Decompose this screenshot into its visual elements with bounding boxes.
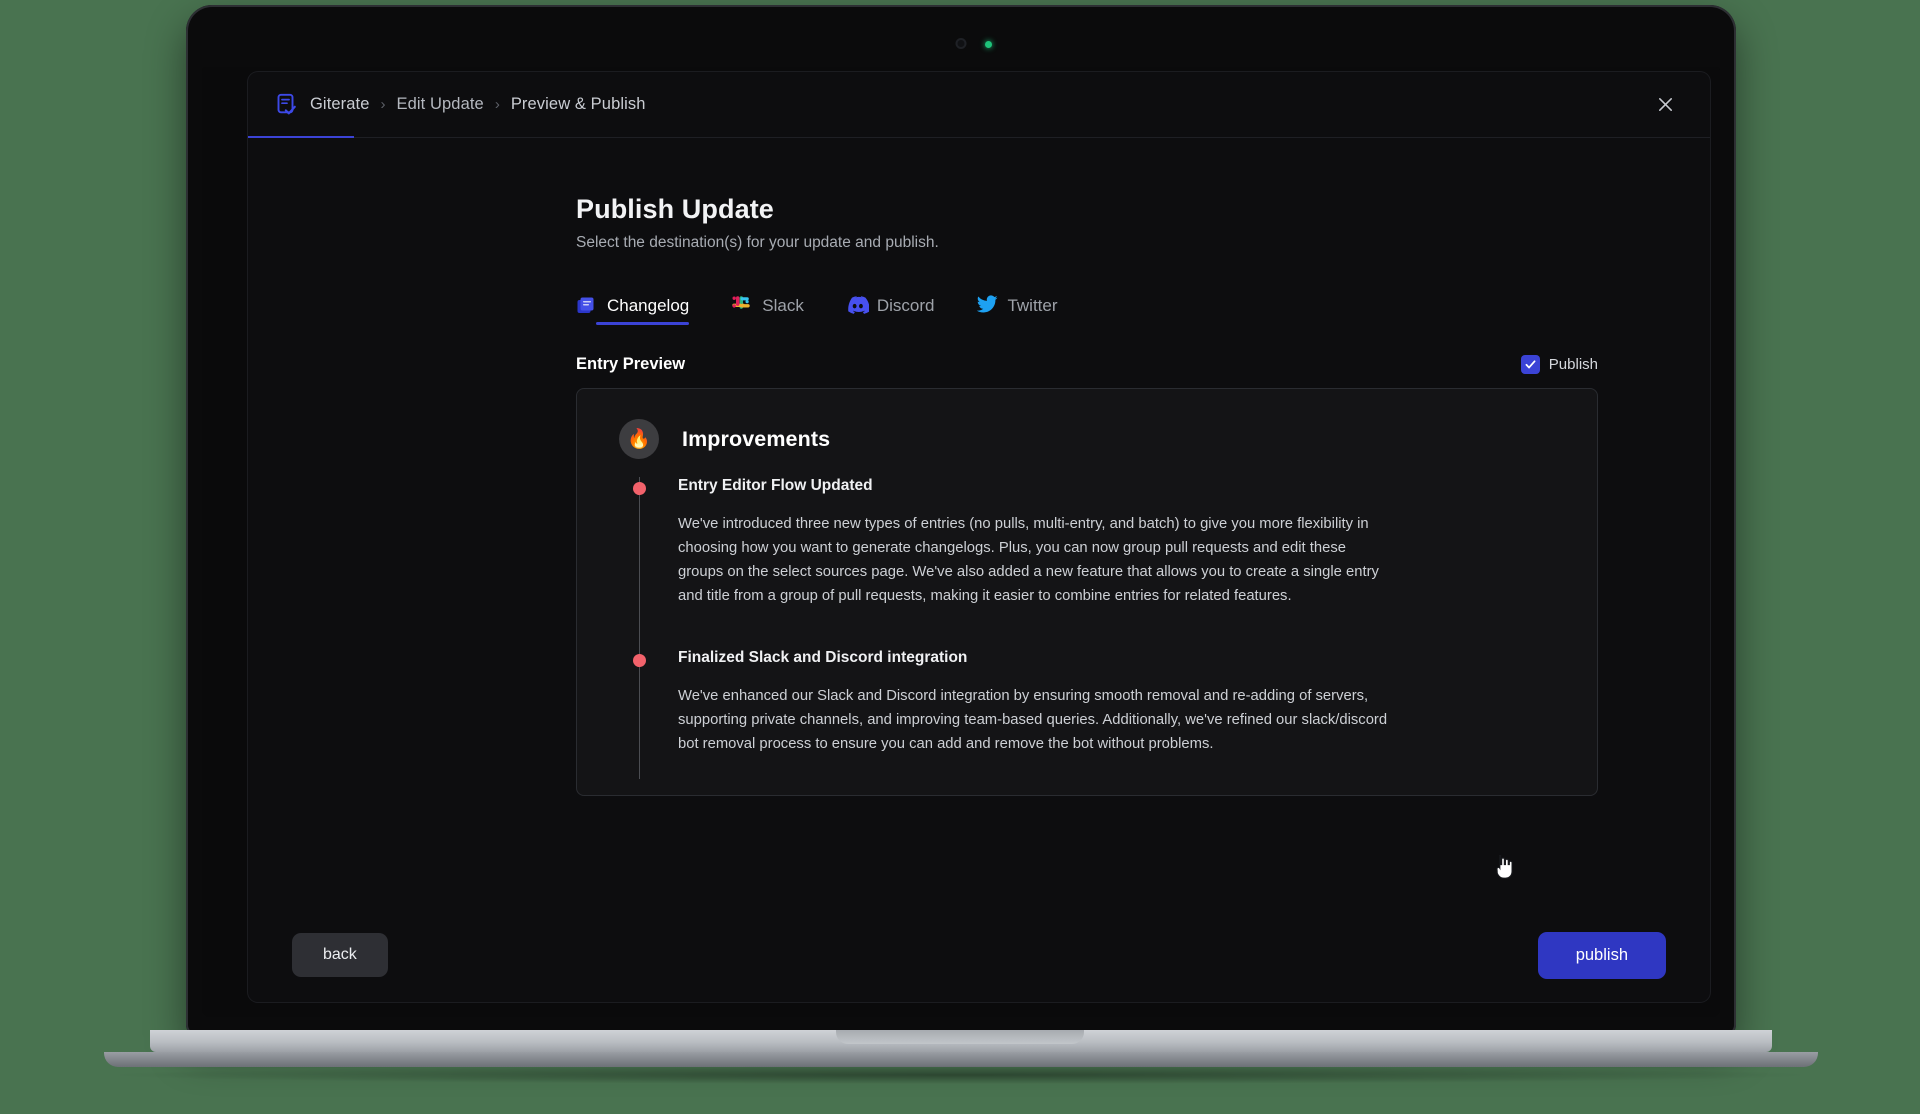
tab-label-slack: Slack (762, 295, 804, 315)
checkmark-icon (1520, 355, 1540, 374)
timeline-dot-icon (632, 653, 646, 667)
tab-label-changelog: Changelog (607, 295, 690, 315)
discord-icon (846, 295, 870, 316)
changelog-icon (576, 295, 597, 316)
entry-title: Entry Editor Flow Updated (678, 477, 873, 494)
preview-scroll-content: 🔥 Improvements Entry Editor Flow Updated… (577, 389, 1597, 795)
entry-timeline: Entry Editor Flow Updated We've introduc… (632, 477, 1559, 779)
timeline-entry: Finalized Slack and Discord integration … (632, 648, 1559, 757)
timeline-spacer (640, 757, 1559, 779)
breadcrumb-separator: › (380, 96, 386, 113)
close-icon[interactable] (1648, 88, 1682, 122)
page-subtitle: Select the destination(s) for your updat… (576, 234, 939, 251)
publish-button[interactable]: publish (1537, 931, 1666, 979)
laptop-shadow (120, 1066, 1800, 1084)
laptop-notch (836, 1030, 1084, 1044)
modal-topbar: Giterate › Edit Update › Preview & Publi… (248, 72, 1710, 138)
webcam-icon (955, 38, 967, 49)
timeline-entry: Entry Editor Flow Updated We've introduc… (632, 477, 1559, 609)
document-check-icon (276, 93, 298, 117)
laptop-mockup: Giterate › Edit Update › Preview & Publi… (0, 0, 1920, 1114)
tab-changelog[interactable]: Changelog (576, 295, 690, 325)
slack-icon (731, 295, 752, 316)
publish-checkbox[interactable]: Publish (1520, 355, 1598, 374)
back-button[interactable]: back (292, 933, 388, 977)
content-column: Publish Update Select the destination(s)… (576, 194, 1598, 796)
breadcrumb-item-giterate[interactable]: Giterate (310, 95, 370, 114)
tab-twitter[interactable]: Twitter (976, 295, 1058, 325)
breadcrumb-separator: › (494, 96, 500, 113)
publish-update-modal: Giterate › Edit Update › Preview & Publi… (248, 72, 1710, 1002)
entry-body: We've introduced three new types of entr… (678, 516, 1379, 604)
laptop-bezel (186, 5, 1736, 67)
modal-body: Publish Update Select the destination(s)… (248, 138, 1710, 908)
entry-preview-card[interactable]: 🔥 Improvements Entry Editor Flow Updated… (576, 388, 1598, 796)
tab-discord[interactable]: Discord (846, 295, 935, 325)
preview-section-improvements: 🔥 Improvements Entry Editor Flow Updated… (619, 419, 1559, 779)
section-title: Improvements (682, 426, 831, 451)
page-title: Publish Update (576, 194, 774, 224)
tab-slack[interactable]: Slack (731, 295, 804, 325)
tab-label-discord: Discord (876, 295, 935, 315)
breadcrumb-item-edit-update[interactable]: Edit Update (397, 95, 484, 114)
preview-header-row: Entry Preview Publish (576, 355, 1598, 374)
screen: Giterate › Edit Update › Preview & Publi… (202, 67, 1720, 1017)
modal-footer: back publish (248, 908, 1710, 1002)
laptop-foot (104, 1052, 1818, 1067)
fire-emoji: 🔥 (619, 419, 659, 459)
breadcrumb: Giterate › Edit Update › Preview & Publi… (310, 95, 646, 114)
tab-label-twitter: Twitter (1007, 295, 1058, 315)
breadcrumb-item-preview-publish[interactable]: Preview & Publish (511, 95, 646, 114)
section-header: 🔥 Improvements (619, 419, 1559, 459)
timeline-dot-icon (632, 482, 646, 495)
twitter-icon (976, 295, 998, 316)
laptop-lid: Giterate › Edit Update › Preview & Publi… (186, 5, 1736, 1035)
destination-tabs: Changelog Slack Discord Twitter (576, 295, 1598, 325)
entry-body: We've enhanced our Slack and Discord int… (678, 687, 1388, 752)
entry-preview-label: Entry Preview (576, 355, 686, 373)
entry-title: Finalized Slack and Discord integration (678, 648, 968, 666)
camera-active-led (985, 41, 992, 48)
publish-checkbox-label: Publish (1548, 356, 1598, 373)
